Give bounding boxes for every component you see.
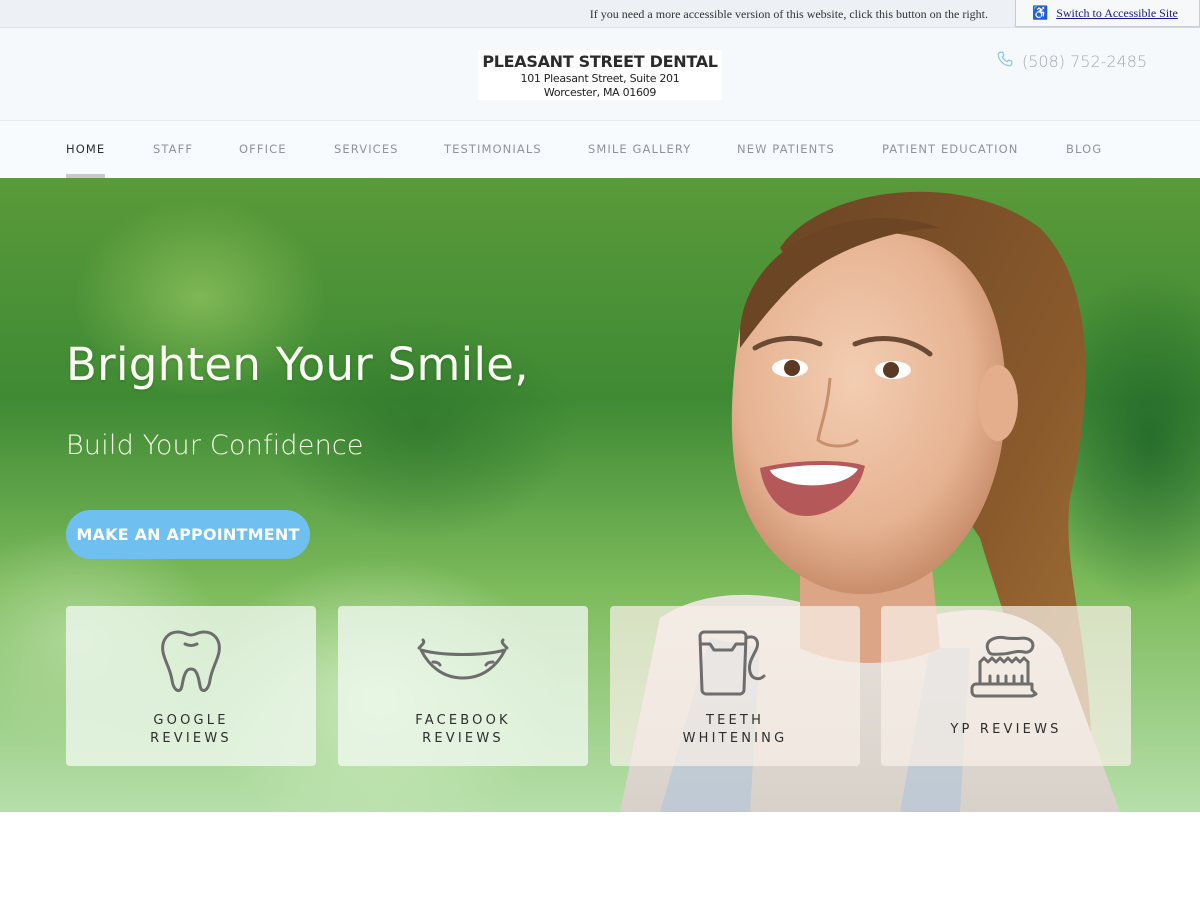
tooth-icon	[66, 626, 316, 696]
card-label-line2: WHITENING	[682, 731, 788, 746]
hero-title: Brighten Your Smile,	[66, 338, 529, 391]
card-label: YP REVIEWS	[950, 722, 1062, 737]
logo-name: PLEASANT STREET DENTAL	[482, 52, 718, 71]
logo-address-line2: Worcester, MA 01609	[543, 86, 657, 99]
nav-item-testimonials[interactable]: TESTIMONIALS	[444, 142, 542, 156]
make-appointment-button[interactable]: MAKE AN APPOINTMENT	[66, 510, 310, 559]
nav-item-office[interactable]: OFFICE	[239, 142, 287, 156]
logo-address-line1: 101 Pleasant Street, Suite 201	[520, 72, 680, 85]
phone-number: (508) 752-2485	[1022, 51, 1148, 71]
card-label-line2: REVIEWS	[422, 731, 504, 746]
nav-item-staff[interactable]: STAFF	[153, 142, 193, 156]
card-label-line1: TEETH	[705, 713, 765, 728]
site-header: PLEASANT STREET DENTAL 101 Pleasant Stre…	[0, 28, 1200, 120]
nav-item-home[interactable]: HOME	[66, 142, 105, 156]
nav-item-new-patients[interactable]: NEW PATIENTS	[737, 142, 835, 156]
nav-item-smile-gallery[interactable]: SMILE GALLERY	[588, 142, 691, 156]
toothbrush-icon	[881, 632, 1131, 702]
facebook-reviews-card[interactable]: FACEBOOK REVIEWS	[338, 606, 588, 766]
nav-item-patient-education[interactable]: PATIENT EDUCATION	[882, 142, 1018, 156]
site-logo[interactable]: PLEASANT STREET DENTAL 101 Pleasant Stre…	[478, 50, 722, 100]
hero-banner: Brighten Your Smile, Build Your Confiden…	[0, 178, 1200, 812]
smile-icon	[338, 626, 588, 696]
card-label-line1: GOOGLE	[153, 713, 229, 728]
nav-item-services[interactable]: SERVICES	[334, 142, 399, 156]
teeth-whitening-card[interactable]: TEETH WHITENING	[610, 606, 860, 766]
phone-icon	[996, 50, 1014, 72]
wheelchair-icon: ♿	[1032, 5, 1049, 20]
card-label-line1: FACEBOOK	[415, 713, 511, 728]
accessibility-notice: If you need a more accessible version of…	[589, 7, 988, 21]
google-reviews-card[interactable]: GOOGLE REVIEWS	[66, 606, 316, 766]
switch-accessible-site-link[interactable]: Switch to Accessible Site	[1056, 6, 1178, 21]
phone-link[interactable]: (508) 752-2485	[996, 50, 1147, 72]
accessibility-bar: If you need a more accessible version of…	[0, 0, 1200, 28]
card-label-line2: REVIEWS	[150, 731, 232, 746]
switch-accessible-site-button[interactable]: ♿ Switch to Accessible Site	[1015, 0, 1200, 27]
main-nav: HOME STAFF OFFICE SERVICES TESTIMONIALS …	[0, 120, 1200, 178]
floss-icon	[610, 626, 860, 696]
nav-item-blog[interactable]: BLOG	[1066, 142, 1102, 156]
yp-reviews-card[interactable]: YP REVIEWS	[881, 606, 1131, 766]
hero-subtitle: Build Your Confidence	[66, 430, 364, 461]
